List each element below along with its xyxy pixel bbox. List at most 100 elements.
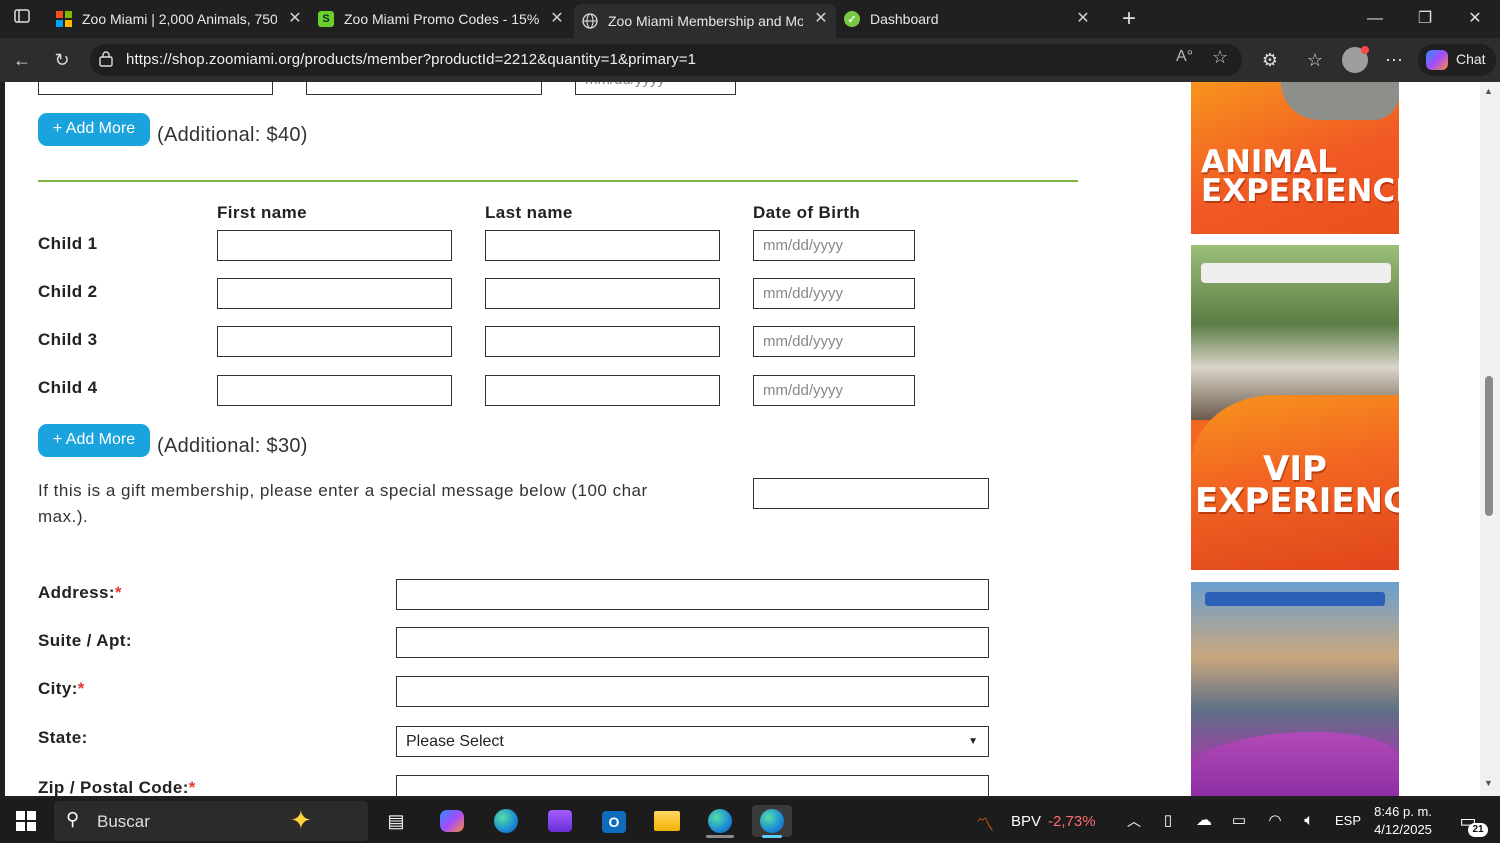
back-icon[interactable]: ← — [10, 48, 34, 72]
required-mark: * — [114, 583, 122, 602]
close-tab-icon[interactable]: ✕ — [286, 10, 304, 28]
outlook-icon[interactable]: O — [594, 805, 634, 837]
child-3-dob-input[interactable]: mm/dd/yyyy — [753, 326, 915, 357]
city-input[interactable] — [396, 676, 989, 707]
close-tab-icon[interactable]: ✕ — [548, 10, 566, 28]
child-4-dob-input[interactable]: mm/dd/yyyy — [753, 375, 915, 406]
scroll-down-icon[interactable]: ▼ — [1484, 778, 1493, 788]
read-aloud-icon[interactable]: A° — [1176, 48, 1193, 66]
copilot-chat-button[interactable]: Chat — [1418, 44, 1496, 76]
language-indicator[interactable]: ESP — [1335, 813, 1361, 828]
suite-input[interactable] — [396, 627, 989, 658]
copilot-taskbar-icon[interactable] — [432, 805, 472, 837]
scroll-up-icon[interactable]: ▲ — [1484, 86, 1493, 96]
tab-zoo-miami-home[interactable]: Zoo Miami | 2,000 Animals, 750 A ✕ — [50, 4, 310, 34]
adult-last-name-input[interactable] — [306, 82, 542, 95]
children-additional-price: (Additional: $30) — [157, 435, 308, 457]
dropdown-arrow-icon: ▼ — [968, 736, 978, 747]
new-tab-icon[interactable]: + — [1106, 0, 1152, 38]
web-page: mm/dd/yyyy + Add More (Additional: $40) … — [5, 82, 1480, 796]
promo-photo-strip — [1281, 82, 1399, 120]
windows-taskbar: ⚲ Buscar ✦ ▤ O 〽 BPV -2,73% ︿ ▯ ☁ ▭ ◠ 🔈︎… — [0, 799, 1500, 843]
edge-active-icon[interactable] — [752, 805, 792, 838]
child-1-last-name-input[interactable] — [485, 230, 720, 261]
promo-vip-experience[interactable]: VIP EXPERIENCE — [1191, 245, 1399, 570]
lock-icon[interactable] — [98, 50, 114, 68]
page-scrollbar[interactable]: ▲ ▼ — [1480, 82, 1500, 796]
suite-label: Suite / Apt: — [38, 631, 132, 650]
tab-membership[interactable]: Zoo Miami Membership and Mor ✕ — [574, 4, 836, 38]
gift-message-label-line-1: If this is a gift membership, please ent… — [38, 481, 648, 500]
adult-dob-input[interactable]: mm/dd/yyyy — [575, 82, 736, 95]
volume-icon[interactable]: 🔈︎ — [1289, 805, 1329, 837]
tab-title: Zoo Miami Membership and Mor — [608, 13, 803, 29]
promo-animal-experiences[interactable]: ANIMAL EXPERIENCES — [1191, 82, 1399, 234]
tab-title: Dashboard — [870, 11, 939, 27]
start-button[interactable] — [6, 805, 46, 837]
child-4-first-name-input[interactable] — [217, 375, 452, 406]
clipchamp-icon[interactable] — [540, 805, 580, 837]
windows-start-icon — [16, 811, 36, 831]
profile-avatar[interactable] — [1342, 46, 1369, 73]
child-2-last-name-input[interactable] — [485, 278, 720, 309]
child-3-first-name-input[interactable] — [217, 326, 452, 357]
tab-dashboard[interactable]: ✓ Dashboard ✕ — [838, 4, 1098, 34]
file-explorer-icon[interactable] — [647, 805, 687, 837]
edge-profile-icon[interactable] — [700, 805, 740, 838]
address-bar[interactable]: https://shop.zoomiami.org/products/membe… — [90, 44, 1242, 76]
gift-message-input[interactable] — [753, 478, 989, 509]
phone-link-icon[interactable]: ▯ — [1148, 805, 1188, 837]
battery-icon[interactable]: ▭ — [1219, 805, 1259, 837]
browser-toolbar: ← ↻ https://shop.zoomiami.org/products/m… — [0, 38, 1500, 82]
clock[interactable]: 8:46 p. m. 4/12/2025 — [1370, 803, 1436, 839]
add-more-adults-button[interactable]: + Add More — [38, 113, 150, 146]
notification-center-icon[interactable]: ▭ 21 — [1448, 805, 1488, 837]
extensions-icon[interactable]: ⚙ — [1258, 48, 1282, 72]
city-label: City:* — [38, 679, 85, 699]
dashboard-site-icon: ✓ — [844, 11, 860, 27]
gift-message-label-line-2: max.). — [38, 507, 89, 526]
last-name-header: Last name — [485, 203, 573, 222]
stock-ticker[interactable]: BPV — [1011, 813, 1041, 830]
child-1-first-name-input[interactable] — [217, 230, 452, 261]
tab-actions-icon[interactable] — [10, 7, 34, 31]
minimize-icon[interactable]: — — [1352, 0, 1398, 38]
edge-icon[interactable] — [486, 805, 526, 837]
close-tab-icon[interactable]: ✕ — [1074, 10, 1092, 28]
search-highlight-icon: ✦ — [290, 805, 312, 835]
refresh-icon[interactable]: ↻ — [50, 48, 74, 72]
required-mark: * — [77, 679, 85, 698]
scrollbar-thumb[interactable] — [1485, 376, 1493, 516]
task-view-icon[interactable]: ▤ — [376, 805, 416, 837]
child-2-dob-input[interactable]: mm/dd/yyyy — [753, 278, 915, 309]
adult-first-name-input[interactable] — [38, 82, 273, 95]
child-1-dob-input[interactable]: mm/dd/yyyy — [753, 230, 915, 261]
tab-promo-codes[interactable]: S Zoo Miami Promo Codes - 15% O ✕ — [312, 4, 572, 34]
address-input[interactable] — [396, 579, 989, 610]
onedrive-cloud-icon[interactable]: ☁ — [1184, 805, 1224, 837]
add-more-children-button[interactable]: + Add More — [38, 424, 150, 457]
promo-bike-tour[interactable] — [1191, 582, 1399, 796]
address-label-text: Address: — [38, 583, 115, 602]
promo-animal-title: ANIMAL EXPERIENCES — [1197, 146, 1399, 207]
active-indicator — [762, 835, 782, 838]
window-close-icon[interactable]: ✕ — [1452, 0, 1498, 38]
promo-bike-wave — [1191, 732, 1399, 796]
child-2-first-name-input[interactable] — [217, 278, 452, 309]
favorites-icon[interactable]: ☆ — [1303, 48, 1327, 72]
close-tab-icon[interactable]: ✕ — [812, 10, 830, 28]
zip-input[interactable] — [396, 775, 989, 796]
taskbar-search-box[interactable]: ⚲ Buscar ✦ — [54, 801, 368, 841]
surrey-canopy-shape — [1205, 592, 1385, 606]
favorite-star-icon[interactable]: ☆ — [1212, 47, 1228, 68]
child-3-last-name-input[interactable] — [485, 326, 720, 357]
tab-title: Zoo Miami Promo Codes - 15% O — [344, 11, 539, 27]
state-select[interactable]: Please Select ▼ — [396, 726, 989, 757]
stock-trend-icon[interactable]: 〽 — [976, 811, 994, 837]
stock-change[interactable]: -2,73% — [1048, 813, 1096, 830]
child-4-last-name-input[interactable] — [485, 375, 720, 406]
more-menu-icon[interactable]: ⋯ — [1382, 48, 1406, 72]
clock-date: 4/12/2025 — [1374, 822, 1432, 837]
restore-icon[interactable]: ❐ — [1402, 0, 1448, 38]
zip-label-text: Zip / Postal Code: — [38, 778, 189, 796]
